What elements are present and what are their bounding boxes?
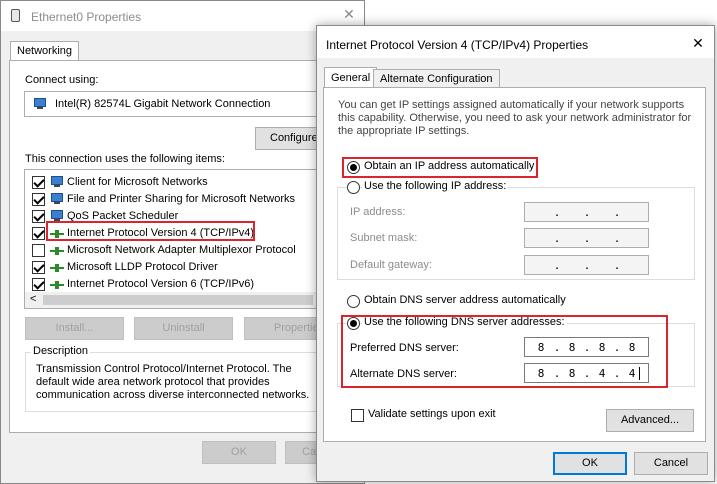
description-text: Transmission Control Protocol/Internet P… [36, 363, 310, 401]
ip-dot: . [553, 206, 561, 219]
scroll-left-icon[interactable]: < [30, 293, 36, 305]
ipv4-item-highlight [46, 221, 255, 241]
item-label: File and Printer Sharing for Microsoft N… [67, 193, 296, 205]
advanced-button[interactable]: Advanced... [606, 409, 694, 432]
horizontal-scrollbar[interactable]: < [25, 292, 364, 308]
adapter-name: Intel(R) 82574L Gigabit Network Connecti… [55, 98, 271, 110]
item-checkbox[interactable] [32, 193, 45, 206]
item-label: Internet Protocol Version 6 (TCP/IPv6) [67, 278, 255, 290]
ethernet-titlebar[interactable]: Ethernet0 Properties ✕ [1, 1, 364, 31]
item-checkbox[interactable] [32, 210, 45, 223]
list-item[interactable]: Internet Protocol Version 6 (TCP/IPv6) [25, 276, 364, 293]
ip-dot: . [553, 232, 561, 245]
ok-button[interactable]: OK [202, 441, 276, 464]
client-icon [50, 176, 64, 188]
close-icon[interactable]: ✕ [688, 35, 708, 52]
item-label: Client for Microsoft Networks [67, 176, 208, 188]
ip-address-label: IP address: [350, 206, 406, 218]
item-label: Microsoft Network Adapter Multiplexor Pr… [67, 244, 296, 256]
uninstall-button[interactable]: Uninstall [134, 317, 233, 340]
protocol-icon [50, 245, 64, 257]
ipv4-titlebar[interactable]: Internet Protocol Version 4 (TCP/IPv4) P… [317, 26, 714, 58]
obtain-ip-highlight [342, 157, 538, 178]
item-checkbox[interactable] [32, 261, 45, 274]
subnet-mask-label: Subnet mask: [350, 232, 418, 244]
use-ip-radio[interactable] [347, 181, 360, 194]
obtain-dns-auto-label[interactable]: Obtain DNS server address automatically [364, 294, 566, 306]
use-ip-label[interactable]: Use the following IP address: [362, 180, 509, 192]
subnet-mask-field[interactable]: . . . [524, 228, 649, 248]
ip-dot: . [583, 206, 591, 219]
window-title: Ethernet0 Properties [31, 10, 142, 24]
ip-dot: . [613, 259, 621, 272]
network-adapter-icon [33, 98, 47, 110]
ethernet-properties-window: Ethernet0 Properties ✕ Networking Connec… [0, 0, 365, 484]
items-label: This connection uses the following items… [25, 153, 225, 165]
scroll-thumb[interactable] [43, 295, 313, 305]
item-checkbox[interactable] [32, 278, 45, 291]
ip-dot: . [613, 232, 621, 245]
adapter-box: Intel(R) 82574L Gigabit Network Connecti… [24, 91, 364, 117]
item-checkbox[interactable] [32, 244, 45, 257]
default-gateway-label: Default gateway: [350, 259, 432, 271]
install-button[interactable]: Install... [25, 317, 124, 340]
connect-using-label: Connect using: [25, 74, 99, 86]
validate-checkbox[interactable] [351, 409, 364, 422]
obtain-dns-auto-radio[interactable] [347, 295, 360, 308]
ip-dot: . [553, 259, 561, 272]
cancel-button[interactable]: Cancel [634, 452, 708, 475]
dns-highlight [341, 315, 668, 388]
item-checkbox[interactable] [32, 227, 45, 240]
description-label: Description [31, 345, 91, 357]
ip-dot: . [613, 206, 621, 219]
tab-general[interactable]: General [324, 67, 378, 88]
validate-label[interactable]: Validate settings upon exit [368, 408, 496, 420]
default-gateway-field[interactable]: . . . [524, 255, 649, 275]
ip-address-field[interactable]: . . . [524, 202, 649, 222]
list-item[interactable]: Microsoft LLDP Protocol Driver [25, 259, 364, 276]
network-icon [11, 9, 20, 22]
tab-networking[interactable]: Networking [10, 41, 80, 61]
tab-alternate-configuration[interactable]: Alternate Configuration [373, 69, 500, 88]
protocol-icon [50, 279, 64, 291]
ip-dot: . [583, 259, 591, 272]
ipv4-properties-dialog: Internet Protocol Version 4 (TCP/IPv4) P… [316, 25, 715, 482]
sharing-icon [50, 193, 64, 205]
list-item[interactable]: Client for Microsoft Networks [25, 174, 364, 191]
item-checkbox[interactable] [32, 176, 45, 189]
list-item[interactable]: File and Printer Sharing for Microsoft N… [25, 191, 364, 208]
intro-text: You can get IP settings assigned automat… [338, 99, 692, 137]
protocol-icon [50, 262, 64, 274]
item-label: Microsoft LLDP Protocol Driver [67, 261, 218, 273]
ok-button[interactable]: OK [553, 452, 627, 475]
ip-dot: . [583, 232, 591, 245]
close-icon[interactable]: ✕ [339, 6, 359, 23]
list-item[interactable]: Microsoft Network Adapter Multiplexor Pr… [25, 242, 364, 259]
dialog-title: Internet Protocol Version 4 (TCP/IPv4) P… [326, 38, 589, 52]
